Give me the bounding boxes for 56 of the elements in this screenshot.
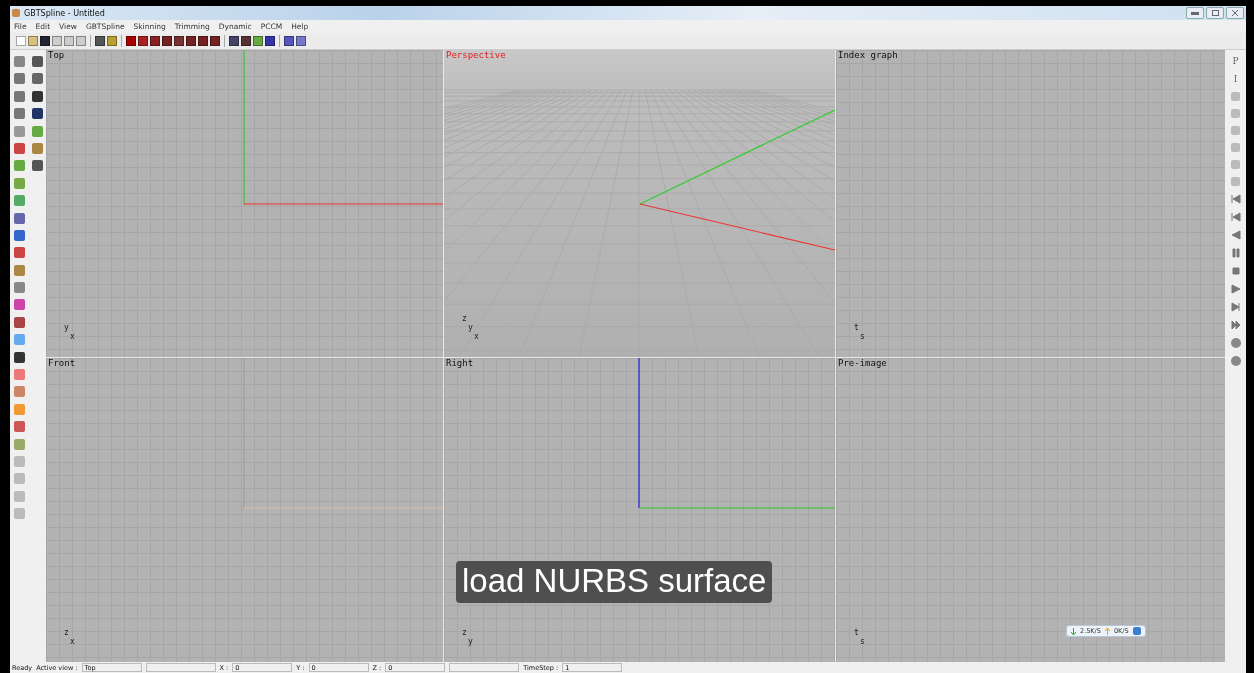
- close-button[interactable]: [1226, 7, 1244, 19]
- playback-icon[interactable]: [1230, 194, 1241, 204]
- axis-label: z: [462, 314, 468, 323]
- axis-label: t: [854, 323, 860, 332]
- status-field: [145, 663, 216, 672]
- window-title: GBTSpline - Untitled: [24, 8, 105, 18]
- playback-icon[interactable]: [1230, 212, 1241, 222]
- axis-label: x: [474, 332, 479, 341]
- minimize-button[interactable]: [1186, 7, 1204, 19]
- axis-label: x: [70, 637, 75, 646]
- playback-icon[interactable]: [1230, 320, 1241, 330]
- close-icon: [1232, 10, 1238, 16]
- subtitle-caption: load NURBS surface: [456, 561, 773, 603]
- maximize-icon: [1211, 10, 1219, 16]
- record-icon[interactable]: [1230, 338, 1241, 348]
- tool-icon[interactable]: [13, 229, 25, 241]
- tool-button[interactable]: I: [1233, 74, 1238, 84]
- axis-label: z: [64, 628, 70, 637]
- tool-button[interactable]: P: [1232, 56, 1239, 66]
- playback-icon[interactable]: [1230, 230, 1241, 240]
- viewport[interactable]: Index graph t s: [836, 50, 1225, 357]
- axis-label: x: [70, 332, 75, 341]
- axis-label: y: [64, 323, 70, 332]
- axis-label: t: [854, 628, 860, 637]
- download-arrow-icon: [1071, 627, 1076, 635]
- status-field: [449, 663, 520, 672]
- axis-label: z: [462, 628, 468, 637]
- record-icon[interactable]: [1230, 356, 1241, 366]
- viewport-title: Pre-image: [838, 358, 887, 368]
- viewport-title: Index graph: [838, 50, 898, 60]
- viewport-title: Front: [48, 358, 76, 368]
- viewport[interactable]: Top y x: [46, 50, 443, 357]
- app-icon: [12, 9, 20, 17]
- tool-icon[interactable]: [13, 316, 25, 328]
- viewport[interactable]: Front z x: [46, 358, 443, 662]
- viewport-title: Perspective: [446, 50, 506, 60]
- tool-icon[interactable]: [31, 108, 43, 120]
- tool-icon[interactable]: [31, 56, 43, 67]
- tool-icon[interactable]: [13, 351, 25, 363]
- axis-label: y: [468, 323, 474, 332]
- minimize-icon: [1191, 11, 1199, 15]
- axis-label: s: [860, 332, 865, 341]
- axis-label: s: [860, 637, 865, 646]
- tool-icon[interactable]: [31, 160, 43, 172]
- maximize-button[interactable]: [1206, 7, 1224, 19]
- playback-icon[interactable]: [1230, 302, 1241, 312]
- tool-icon[interactable]: [31, 90, 43, 102]
- playback-icon[interactable]: [1230, 266, 1241, 276]
- viewport-title: Right: [446, 358, 474, 368]
- axis-label: y: [468, 637, 473, 646]
- viewport-title: Top: [48, 50, 65, 60]
- viewport[interactable]: Perspective z y x: [444, 50, 835, 357]
- playback-icon[interactable]: [1230, 284, 1241, 294]
- playback-icon[interactable]: [1230, 248, 1241, 258]
- upload-arrow-icon: [1104, 627, 1110, 635]
- tool-icon[interactable]: [31, 73, 43, 85]
